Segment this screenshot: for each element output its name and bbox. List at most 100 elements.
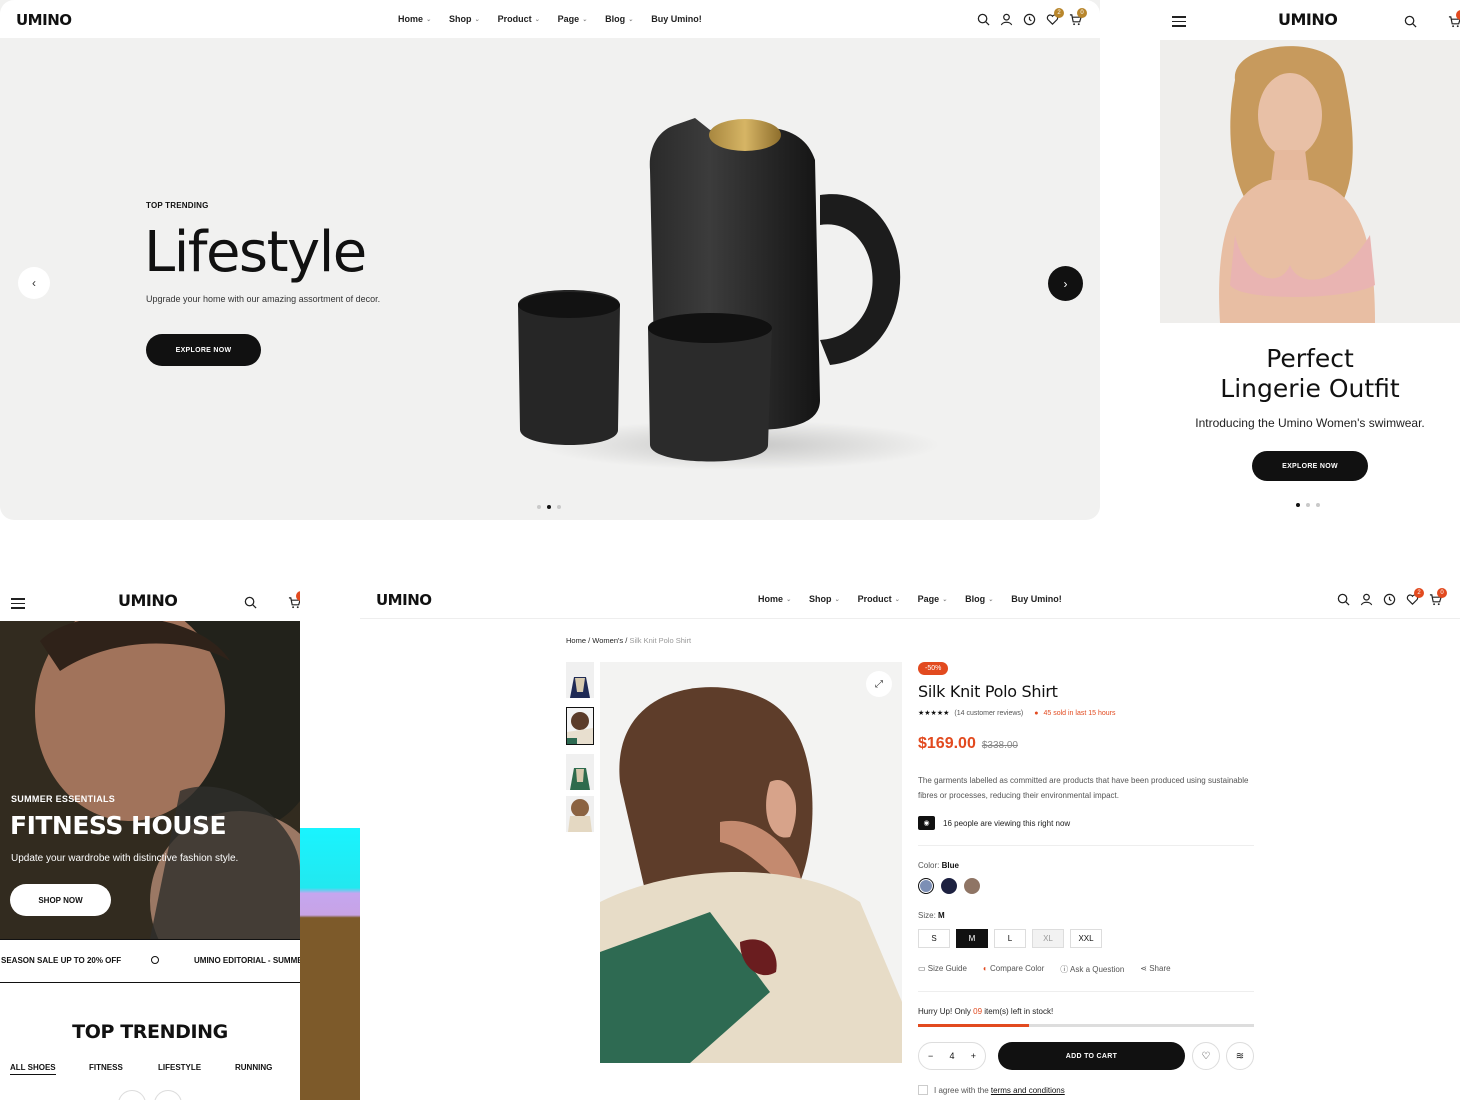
size-guide-link[interactable]: ▭ Size Guide: [918, 964, 967, 975]
hero-subtitle: Upgrade your home with our amazing assor…: [146, 294, 381, 304]
lingerie-slider-dots[interactable]: [1296, 503, 1320, 507]
zoom-button[interactable]: ⤢: [866, 671, 892, 697]
hero-title: Lifestyle: [144, 220, 367, 285]
review-count[interactable]: (14 customer reviews): [954, 710, 1023, 717]
wishlist-icon[interactable]: 2: [1406, 588, 1424, 606]
recent-icon[interactable]: [1023, 13, 1036, 26]
size-l[interactable]: L: [994, 929, 1026, 948]
slider-prev-button[interactable]: ‹: [18, 267, 50, 299]
main-nav: Home ⌄ Shop ⌄ Product ⌄ Page ⌄ Blog ⌄ Buy Umi…: [758, 594, 1062, 604]
recent-icon[interactable]: [1383, 593, 1396, 606]
cart-icon[interactable]: 0: [1448, 10, 1460, 32]
search-icon[interactable]: [977, 13, 990, 26]
decorative-gradient: [300, 828, 360, 1100]
tab-all-shoes[interactable]: ALL SHOES: [10, 1063, 56, 1075]
color-swatch-blue[interactable]: [918, 878, 934, 894]
teapot-cups-image: [518, 118, 940, 470]
shop-now-button[interactable]: SHOP NOW: [10, 884, 111, 916]
nav-page[interactable]: Page ⌄: [558, 14, 588, 24]
cart-icon[interactable]: 0: [1429, 588, 1447, 606]
carousel-prev-button[interactable]: [118, 1090, 146, 1100]
add-to-cart-button[interactable]: ADD TO CART: [998, 1042, 1185, 1070]
nav-home[interactable]: Home ⌄: [758, 594, 791, 604]
color-wheel-icon: ◐: [982, 964, 990, 973]
stock-progress-fill: [918, 1024, 1029, 1027]
color-swatch-brown[interactable]: [964, 878, 980, 894]
breadcrumb-women[interactable]: Women's: [592, 636, 623, 645]
search-icon[interactable]: [1337, 593, 1350, 606]
compare-button[interactable]: ≋: [1226, 1042, 1254, 1070]
stock-progress-bar: [918, 1024, 1254, 1027]
color-swatch-navy[interactable]: [941, 878, 957, 894]
ask-question-link[interactable]: ⓘ Ask a Question: [1060, 964, 1124, 975]
search-icon[interactable]: [244, 596, 257, 613]
menu-icon[interactable]: [1172, 16, 1186, 27]
nav-home[interactable]: Home ⌄: [398, 14, 431, 24]
terms-row: I agree with the terms and conditions: [918, 1085, 1065, 1095]
brand-logo[interactable]: UMINO: [16, 11, 72, 29]
nav-buy[interactable]: Buy Umino!: [651, 14, 702, 24]
tab-lifestyle[interactable]: LIFESTYLE: [158, 1063, 201, 1072]
size-xl[interactable]: XL: [1032, 929, 1064, 948]
cart-icon[interactable]: 0: [288, 591, 300, 613]
lingerie-explore-button[interactable]: EXPLORE NOW: [1252, 451, 1368, 481]
tab-running[interactable]: RUNNING: [235, 1063, 272, 1072]
thumbnail-4[interactable]: [566, 796, 594, 832]
brand-logo[interactable]: UMINO: [118, 591, 178, 610]
terms-link[interactable]: terms and conditions: [991, 1086, 1065, 1095]
chevron-down-icon: ⌄: [988, 596, 994, 603]
nav-shop[interactable]: Shop ⌄: [809, 594, 840, 604]
user-icon[interactable]: [1360, 593, 1373, 606]
fitness-subtitle: Update your wardrobe with distinctive fa…: [11, 853, 239, 864]
old-price: $338.00: [981, 740, 1018, 751]
layers-icon: ≋: [1235, 1050, 1245, 1062]
product-description: The garments labelled as committed are p…: [918, 776, 1249, 800]
expand-icon: ⤢: [875, 678, 883, 690]
header-icons: 2 0: [1337, 588, 1447, 606]
nav-blog[interactable]: Blog ⌄: [965, 594, 993, 604]
search-icon[interactable]: [1404, 15, 1417, 32]
nav-product[interactable]: Product ⌄: [498, 14, 540, 24]
size-s[interactable]: S: [918, 929, 950, 948]
nav-page[interactable]: Page ⌄: [918, 594, 948, 604]
thumbnail-1[interactable]: [566, 662, 594, 698]
nav-buy[interactable]: Buy Umino!: [1011, 594, 1062, 604]
slider-next-button[interactable]: ›: [1048, 266, 1083, 301]
wishlist-count-badge: 2: [1414, 588, 1424, 598]
circle-icon: [151, 956, 159, 964]
terms-checkbox[interactable]: [918, 1085, 928, 1095]
compare-color-link[interactable]: ◐ Compare Color: [983, 964, 1044, 975]
plus-icon[interactable]: +: [971, 1051, 976, 1061]
wishlist-icon[interactable]: 2: [1046, 8, 1064, 26]
size-xxl[interactable]: XXL: [1070, 929, 1102, 948]
size-options: S M L XL XXL: [918, 929, 1102, 948]
brand-logo[interactable]: UMINO: [376, 591, 432, 609]
nav-product[interactable]: Product ⌄: [858, 594, 900, 604]
share-link[interactable]: ⋖ Share: [1140, 964, 1170, 975]
minus-icon[interactable]: −: [928, 1051, 933, 1061]
carousel-next-button[interactable]: [154, 1090, 182, 1100]
nav-shop[interactable]: Shop ⌄: [449, 14, 480, 24]
menu-icon[interactable]: [11, 598, 25, 609]
hero-slider-dots[interactable]: [537, 505, 561, 509]
fitness-eyebrow: SUMMER ESSENTIALS: [11, 794, 116, 804]
user-icon[interactable]: [1000, 13, 1013, 26]
size-m[interactable]: M: [956, 929, 988, 948]
breadcrumb-home[interactable]: Home: [566, 636, 586, 645]
mobile-lingerie-card: UMINO 0 Perfect Lingerie Outfit Introduc…: [1100, 0, 1460, 545]
quantity-value[interactable]: 4: [949, 1051, 954, 1061]
tab-fitness[interactable]: FITNESS: [89, 1063, 123, 1072]
thumbnail-3[interactable]: [566, 754, 594, 790]
add-to-wishlist-button[interactable]: ♡: [1192, 1042, 1220, 1070]
chevron-down-icon: ⌄: [582, 16, 588, 23]
ticker-text-1: SEASON SALE UP TO 20% OFF: [1, 956, 122, 965]
nav-blog[interactable]: Blog ⌄: [605, 14, 633, 24]
explore-now-button[interactable]: EXPLORE NOW: [146, 334, 261, 366]
stock-count: 09: [973, 1007, 983, 1016]
thumbnail-2[interactable]: [566, 707, 594, 745]
cart-icon[interactable]: 0: [1069, 8, 1087, 26]
lingerie-title-line2: Lingerie Outfit: [1220, 374, 1400, 403]
top-trending-title: TOP TRENDING: [72, 1021, 228, 1043]
lingerie-title: Perfect Lingerie Outfit: [1160, 344, 1460, 404]
brand-logo[interactable]: UMINO: [1278, 10, 1338, 29]
